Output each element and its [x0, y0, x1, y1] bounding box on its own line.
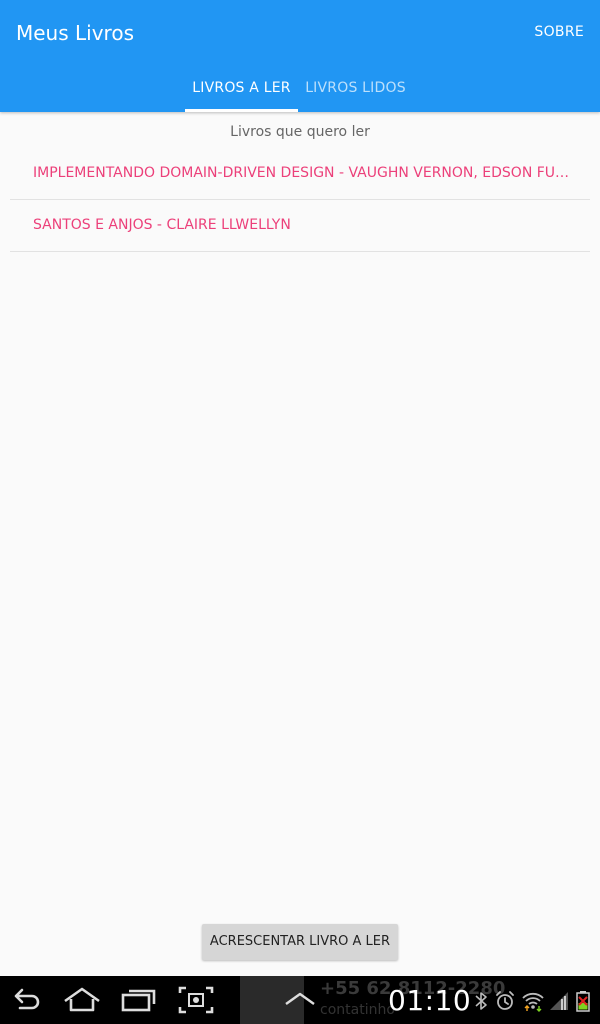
- app-bar: Meus Livros SOBRE LIVROS A LER LIVROS LI…: [0, 0, 600, 112]
- tab-books-read[interactable]: LIVROS LIDOS: [298, 64, 413, 112]
- back-icon[interactable]: [6, 984, 46, 1016]
- bluetooth-icon: [470, 990, 492, 1012]
- add-book-button[interactable]: ACRESCENTAR LIVRO A LER: [202, 924, 398, 960]
- battery-icon: [572, 990, 594, 1012]
- book-list: IMPLEMENTANDO DOMAIN-DRIVEN DESIGN - VAU…: [10, 148, 590, 252]
- alarm-icon: [494, 990, 516, 1012]
- screenshot-icon[interactable]: [176, 984, 216, 1016]
- list-item[interactable]: IMPLEMENTANDO DOMAIN-DRIVEN DESIGN - VAU…: [10, 148, 590, 200]
- app-title: Meus Livros: [16, 21, 134, 45]
- section-header: Livros que quero ler: [230, 124, 370, 140]
- app-screen: Meus Livros SOBRE LIVROS A LER LIVROS LI…: [0, 0, 600, 1024]
- clock: 01:10: [388, 984, 472, 1017]
- tab-books-to-read[interactable]: LIVROS A LER: [185, 64, 298, 112]
- menu-up-icon[interactable]: [280, 984, 320, 1016]
- book-title: IMPLEMENTANDO DOMAIN-DRIVEN DESIGN - VAU…: [33, 165, 574, 181]
- system-bar: +55 62 8112-2280 contatinho 01:10: [0, 976, 600, 1024]
- book-title: SANTOS E ANJOS - CLAIRE LLWELLYN: [33, 217, 291, 233]
- wifi-icon: [522, 990, 544, 1012]
- home-icon[interactable]: [62, 984, 102, 1016]
- recent-apps-icon[interactable]: [118, 984, 158, 1016]
- list-item[interactable]: SANTOS E ANJOS - CLAIRE LLWELLYN: [10, 200, 590, 252]
- tab-bar: LIVROS A LER LIVROS LIDOS: [0, 64, 600, 112]
- selected-tab-indicator: [185, 109, 298, 112]
- about-button[interactable]: SOBRE: [534, 23, 584, 41]
- notification-peek-subtitle: contatinho: [320, 1002, 395, 1018]
- signal-icon: [548, 990, 570, 1012]
